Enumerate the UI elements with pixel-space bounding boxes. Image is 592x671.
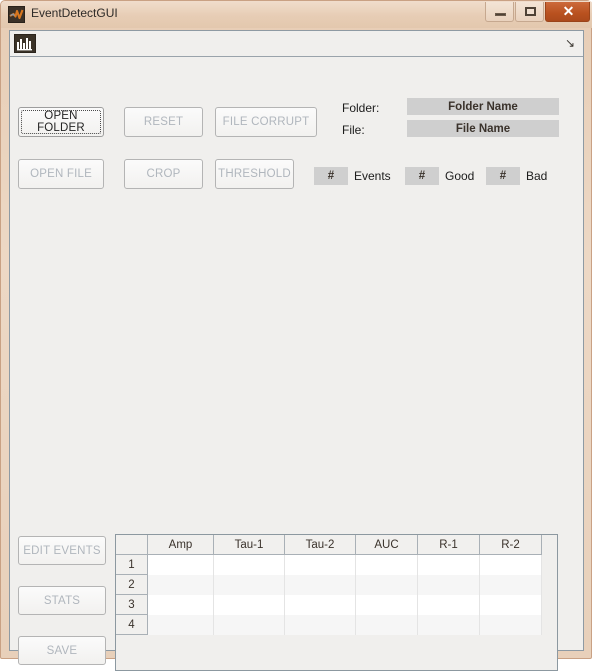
maximize-icon xyxy=(525,7,536,16)
file-name-field: File Name xyxy=(407,120,559,137)
reset-button[interactable]: RESET xyxy=(124,107,203,137)
cell-amp[interactable] xyxy=(147,614,214,635)
open-file-button[interactable]: OPEN FILE xyxy=(18,159,104,189)
table-row[interactable]: 2 xyxy=(116,574,542,595)
cell-tau2[interactable] xyxy=(284,574,356,595)
toolbar: ↘ xyxy=(10,31,583,57)
results-table[interactable]: Amp Tau-1 Tau-2 AUC R-1 R-2 1 2 3 4 xyxy=(115,534,558,671)
threshold-button[interactable]: THRESHOLD xyxy=(215,159,294,189)
cell-tau1[interactable] xyxy=(213,614,285,635)
cell-r1[interactable] xyxy=(417,594,480,615)
column-header-r1[interactable]: R-1 xyxy=(417,535,480,555)
minimize-button[interactable] xyxy=(485,2,514,22)
dock-arrow-icon[interactable]: ↘ xyxy=(563,36,577,50)
cell-r2[interactable] xyxy=(479,574,542,595)
cell-auc[interactable] xyxy=(355,554,418,575)
folder-name-field: Folder Name xyxy=(407,98,559,115)
table-row[interactable]: 1 xyxy=(116,554,542,575)
bad-count-field: # xyxy=(486,167,520,185)
cell-r1[interactable] xyxy=(417,574,480,595)
cell-amp[interactable] xyxy=(147,574,214,595)
good-count-field: # xyxy=(405,167,439,185)
crop-button[interactable]: CROP xyxy=(124,159,203,189)
save-button[interactable]: SAVE xyxy=(18,636,106,665)
close-button[interactable]: ✕ xyxy=(545,2,590,22)
close-icon: ✕ xyxy=(562,3,575,19)
application-window: EventDetectGUI ✕ ↘ OPEN FOLDER RESET FIL… xyxy=(0,0,592,671)
minimize-icon xyxy=(495,13,506,16)
row-number: 2 xyxy=(116,574,148,595)
cell-auc[interactable] xyxy=(355,614,418,635)
results-grid: Amp Tau-1 Tau-2 AUC R-1 R-2 1 2 3 4 xyxy=(116,535,542,635)
table-row[interactable]: 4 xyxy=(116,614,542,635)
column-header-tau2[interactable]: Tau-2 xyxy=(284,535,356,555)
column-header-tau1[interactable]: Tau-1 xyxy=(213,535,285,555)
cell-r2[interactable] xyxy=(479,554,542,575)
cell-tau2[interactable] xyxy=(284,554,356,575)
good-label: Good xyxy=(445,169,475,183)
cell-r1[interactable] xyxy=(417,554,480,575)
row-number: 1 xyxy=(116,554,148,575)
file-label: File: xyxy=(342,123,365,137)
matlab-membrane-icon xyxy=(8,6,25,23)
cell-tau2[interactable] xyxy=(284,594,356,615)
maximize-button[interactable] xyxy=(515,2,544,22)
file-corrupt-button[interactable]: FILE CORRUPT xyxy=(215,107,317,137)
cell-auc[interactable] xyxy=(355,574,418,595)
table-row[interactable]: 3 xyxy=(116,594,542,615)
cell-amp[interactable] xyxy=(147,554,214,575)
column-header-r2[interactable]: R-2 xyxy=(479,535,542,555)
cell-amp[interactable] xyxy=(147,594,214,615)
window-title: EventDetectGUI xyxy=(31,6,118,20)
cell-auc[interactable] xyxy=(355,594,418,615)
cell-tau1[interactable] xyxy=(213,554,285,575)
cell-r1[interactable] xyxy=(417,614,480,635)
main-panel: OPEN FOLDER RESET FILE CORRUPT OPEN FILE… xyxy=(10,57,583,671)
window-controls: ✕ xyxy=(484,2,590,23)
row-number: 3 xyxy=(116,594,148,615)
edit-events-button[interactable]: EDIT EVENTS xyxy=(18,536,106,565)
folder-label: Folder: xyxy=(342,101,380,115)
cell-r2[interactable] xyxy=(479,614,542,635)
events-label: Events xyxy=(354,169,391,183)
table-header-row: Amp Tau-1 Tau-2 AUC R-1 R-2 xyxy=(116,535,542,555)
column-header-amp[interactable]: Amp xyxy=(147,535,214,555)
histogram-icon[interactable] xyxy=(14,34,36,53)
events-count-field: # xyxy=(314,167,348,185)
cell-tau2[interactable] xyxy=(284,614,356,635)
client-area: ↘ OPEN FOLDER RESET FILE CORRUPT OPEN FI… xyxy=(9,30,584,671)
row-number: 4 xyxy=(116,614,148,635)
cell-tau1[interactable] xyxy=(213,594,285,615)
cell-tau1[interactable] xyxy=(213,574,285,595)
column-header-auc[interactable]: AUC xyxy=(355,535,418,555)
bad-label: Bad xyxy=(526,169,548,183)
row-header-corner xyxy=(116,535,148,555)
open-folder-button[interactable]: OPEN FOLDER xyxy=(18,107,104,137)
cell-r2[interactable] xyxy=(479,594,542,615)
stats-button[interactable]: STATS xyxy=(18,586,106,615)
title-bar[interactable]: EventDetectGUI ✕ xyxy=(1,1,592,28)
